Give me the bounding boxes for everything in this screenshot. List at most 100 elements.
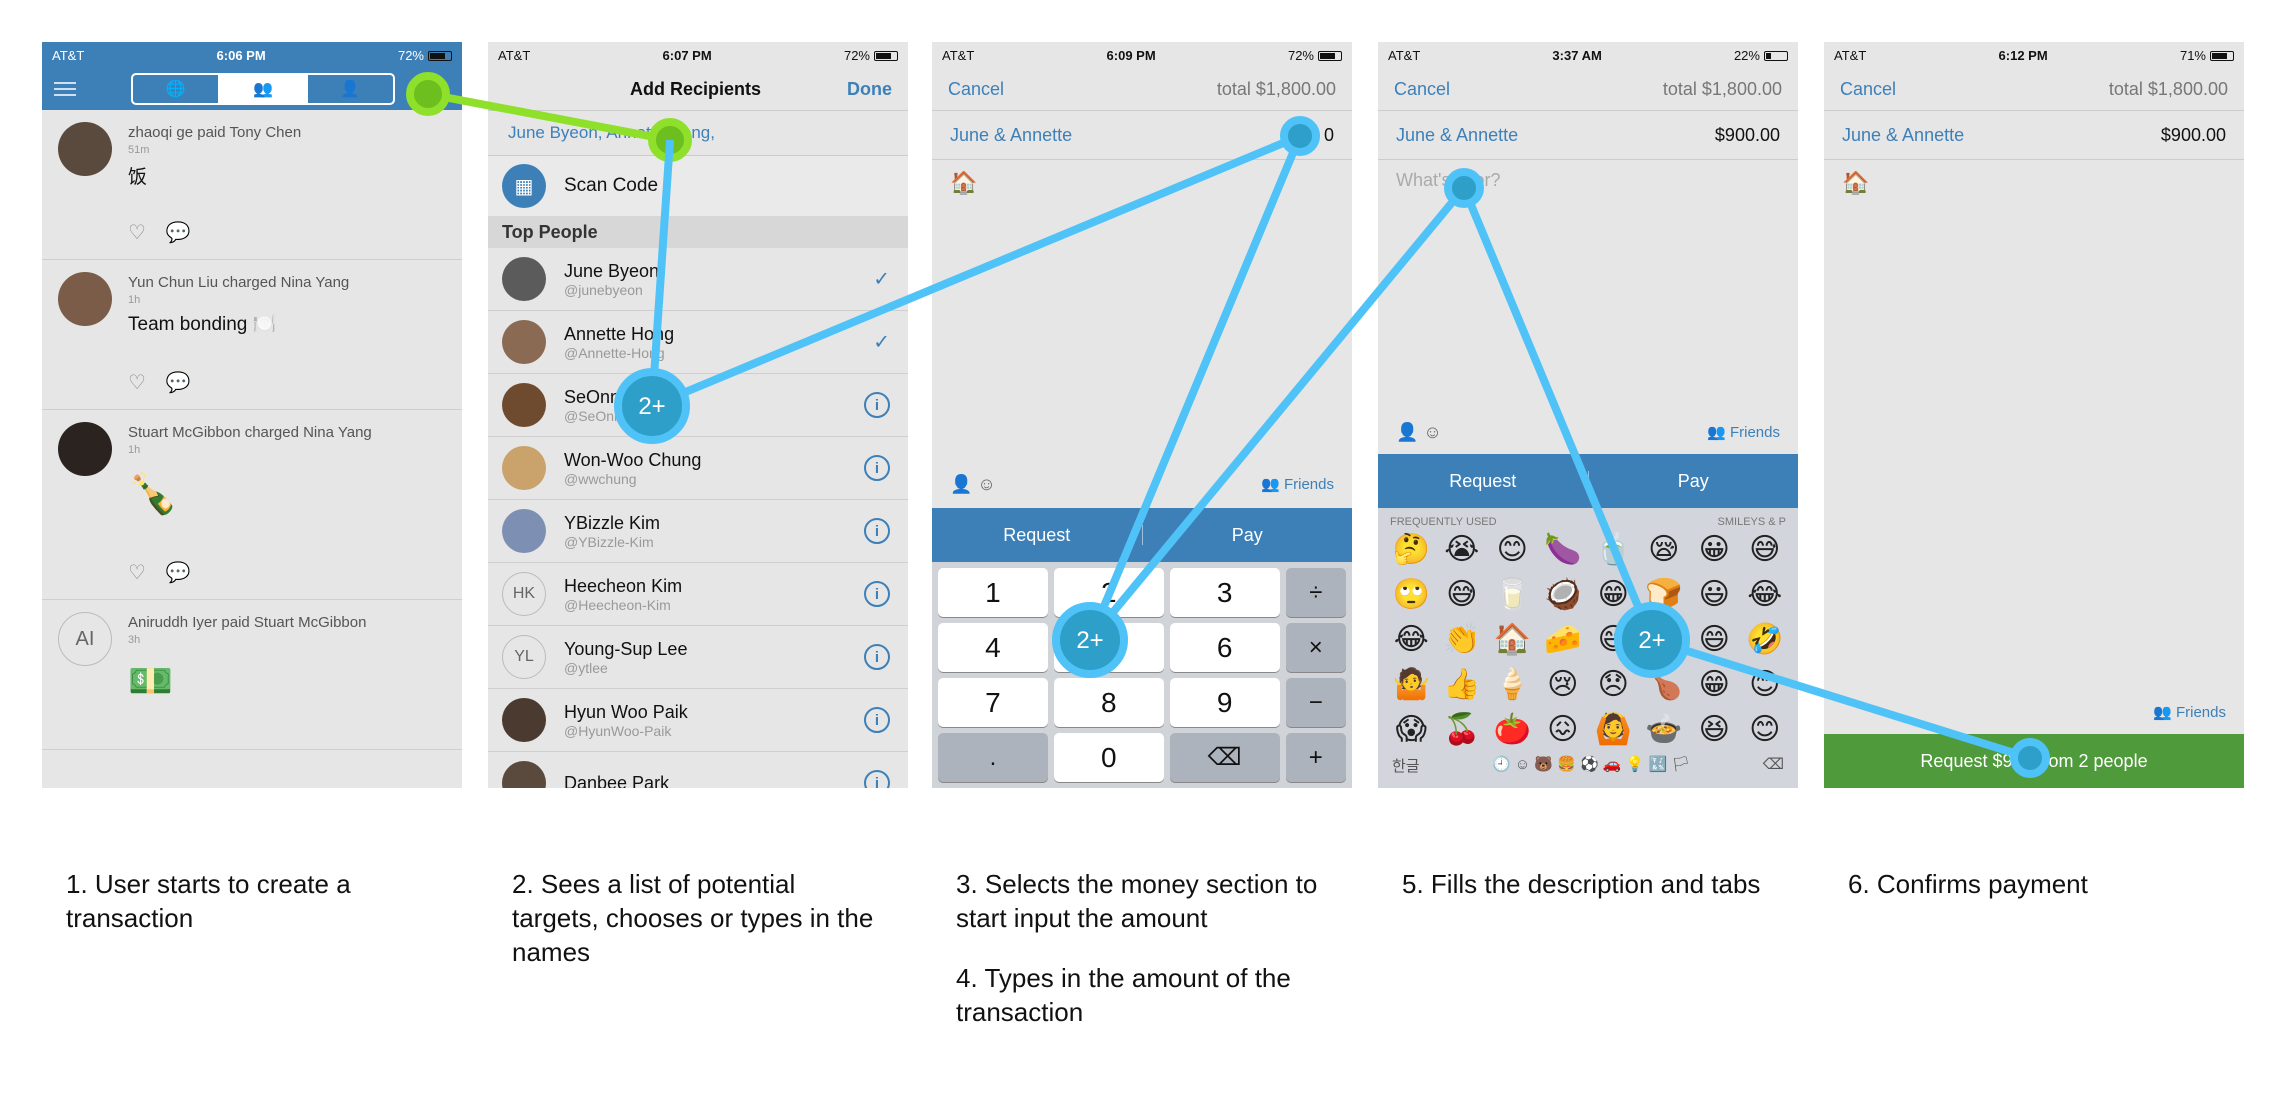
keypad-key[interactable]: 8 — [1053, 678, 1164, 727]
info-icon[interactable]: i — [864, 392, 890, 418]
emoji-category-icons[interactable]: 🕘 ☺ 🐻 🍔 ⚽ 🚗 💡 🔣 🏳 — [1492, 755, 1690, 776]
info-icon[interactable]: i — [864, 518, 890, 544]
emoji-key[interactable]: 😊 — [1740, 667, 1791, 702]
keypad-key[interactable]: 6 — [1169, 623, 1280, 672]
amount-field[interactable]: 0 — [1324, 125, 1334, 146]
emoji-key[interactable]: 😀 — [1689, 532, 1740, 567]
emoji-key[interactable]: 🧀 — [1538, 622, 1589, 657]
feed-item[interactable]: Stuart McGibbon charged Nina Yang 1h 🍾 ♡… — [42, 410, 462, 600]
backspace-icon[interactable]: ⌫ — [1763, 755, 1784, 776]
emoji-key[interactable]: 😞 — [1588, 667, 1639, 702]
contact-row[interactable]: Hyun Woo Paik @HyunWoo-Paik i — [488, 689, 908, 752]
emoji-key[interactable]: 🤔 — [1386, 532, 1437, 567]
info-icon[interactable]: i — [864, 455, 890, 481]
emoji-key[interactable]: 🍆 — [1538, 532, 1589, 567]
done-button[interactable]: Done — [847, 79, 892, 100]
emoji-key[interactable]: 😭 — [1437, 532, 1488, 567]
contact-row[interactable]: YBizzle Kim @YBizzle-Kim i — [488, 500, 908, 563]
keypad-key[interactable]: 7 — [938, 678, 1048, 727]
emoji-key[interactable]: 🥛 — [1487, 577, 1538, 612]
emoji-key[interactable]: 😅 — [1437, 577, 1488, 612]
emoji-key[interactable]: 🏠 — [1487, 622, 1538, 657]
keypad-key[interactable]: − — [1285, 678, 1346, 727]
emoji-key[interactable]: 🍒 — [1437, 712, 1488, 747]
keypad-key[interactable]: 4 — [938, 623, 1048, 672]
emoji-key[interactable]: 🤷 — [1386, 667, 1437, 702]
like-comment-icons[interactable]: ♡💬 — [128, 560, 211, 585]
cancel-button[interactable]: Cancel — [1840, 79, 1896, 100]
emoji-key[interactable]: 😁 — [1689, 667, 1740, 702]
amount-row[interactable]: June & Annette 0 — [932, 110, 1352, 160]
checkmark-icon[interactable]: ✓ — [873, 267, 890, 292]
like-comment-icons[interactable]: ♡💬 — [128, 370, 211, 395]
friends-privacy[interactable]: 👥 Friends — [1707, 423, 1780, 441]
confirm-request-button[interactable]: Request $900 from 2 people — [1824, 734, 2244, 788]
contact-row[interactable]: HK Heecheon Kim @Heecheon-Kim i — [488, 563, 908, 626]
contact-row[interactable]: Won-Woo Chung @wwchung i — [488, 437, 908, 500]
info-icon[interactable]: i — [864, 644, 890, 670]
feed-item[interactable]: Yun Chun Liu charged Nina Yang 1h Team b… — [42, 260, 462, 410]
contact-row[interactable]: June Byeon @junebyeon ✓ — [488, 248, 908, 311]
keypad-key[interactable]: + — [1285, 733, 1346, 782]
emoji-key[interactable]: 😃 — [1689, 577, 1740, 612]
amount-row[interactable]: June & Annette $900.00 — [1378, 110, 1798, 160]
scan-code-row[interactable]: ▦ Scan Code — [488, 156, 908, 216]
emoji-key[interactable]: 🍵 — [1588, 532, 1639, 567]
emoji-key[interactable]: 🍦 — [1487, 667, 1538, 702]
emoji-key[interactable]: 👏 — [1437, 622, 1488, 657]
keypad-key[interactable]: 0 — [1053, 733, 1164, 782]
keypad-key[interactable]: . — [938, 733, 1048, 782]
info-icon[interactable]: i — [864, 770, 890, 788]
request-button[interactable]: Request — [932, 525, 1142, 546]
feed-item[interactable]: zhaoqi ge paid Tony Chen 51m 饭 ♡💬 — [42, 110, 462, 260]
emoji-key[interactable]: 👍 — [1437, 667, 1488, 702]
emoji-key[interactable]: 😁 — [1588, 577, 1639, 612]
cancel-button[interactable]: Cancel — [1394, 79, 1450, 100]
user-emoji-icons[interactable]: 👤 ☺ — [950, 474, 996, 495]
recipients-input[interactable]: June Byeon, Annette Hong, — [488, 110, 908, 156]
info-icon[interactable]: i — [864, 581, 890, 607]
emoji-key[interactable]: 😆 — [1689, 712, 1740, 747]
cancel-button[interactable]: Cancel — [948, 79, 1004, 100]
emoji-key[interactable]: 🙄 — [1386, 577, 1437, 612]
like-comment-icons[interactable]: ♡💬 — [128, 220, 211, 245]
emoji-key[interactable]: 🍲 — [1639, 712, 1690, 747]
keypad-key[interactable]: 9 — [1169, 678, 1280, 727]
info-icon[interactable]: i — [864, 707, 890, 733]
pay-button[interactable]: Pay — [1143, 525, 1353, 546]
person-icon[interactable]: 👤 — [308, 75, 393, 103]
emoji-key[interactable]: 🍞 — [1639, 577, 1690, 612]
emoji-key[interactable]: 😂 — [1386, 622, 1437, 657]
amount-field[interactable]: $900.00 — [1715, 125, 1780, 146]
emoji-key[interactable]: 😱 — [1386, 712, 1437, 747]
emoji-key[interactable]: 😂 — [1740, 577, 1791, 612]
emoji-key[interactable]: 😊 — [1740, 712, 1791, 747]
friends-icon[interactable]: 👥 — [220, 75, 308, 103]
emoji-key[interactable]: 😄 — [1588, 622, 1639, 657]
keypad-key[interactable]: ⌫ — [1169, 733, 1280, 782]
user-emoji-icons[interactable]: 👤 ☺ — [1396, 422, 1442, 443]
pay-button[interactable]: Pay — [1589, 471, 1799, 492]
amount-field[interactable]: $900.00 — [2161, 125, 2226, 146]
emoji-key[interactable]: 😊 — [1487, 532, 1538, 567]
amount-row[interactable]: June & Annette $900.00 — [1824, 110, 2244, 160]
emoji-key[interactable]: 🤣 — [1740, 622, 1791, 657]
menu-icon[interactable] — [54, 82, 76, 96]
keypad-key[interactable]: ÷ — [1285, 568, 1346, 617]
keypad-key[interactable]: × — [1285, 623, 1346, 672]
emoji-key[interactable]: 😢 — [1538, 667, 1589, 702]
friends-privacy[interactable]: 👥 Friends — [2153, 703, 2226, 721]
contact-row[interactable]: Danbee Park i — [488, 752, 908, 788]
emoji-key[interactable]: 😪 — [1639, 532, 1690, 567]
keypad-key[interactable]: 1 — [938, 568, 1048, 617]
contact-row[interactable]: Annette Hong @Annette-Hong ✓ — [488, 311, 908, 374]
keypad-key[interactable]: 5 — [1053, 623, 1164, 672]
emoji-key[interactable]: 🙆 — [1588, 712, 1639, 747]
language-key[interactable]: 한글 — [1392, 755, 1420, 776]
emoji-key[interactable]: 😅 — [1740, 532, 1791, 567]
emoji-key[interactable]: 🍅 — [1487, 712, 1538, 747]
emoji-key[interactable]: 😄 — [1689, 622, 1740, 657]
description-input[interactable]: What's it for? — [1378, 160, 1798, 201]
feed-item[interactable]: AI Aniruddh Iyer paid Stuart McGibbon 3h… — [42, 600, 462, 750]
contact-row[interactable]: YL Young-Sup Lee @ytlee i — [488, 626, 908, 689]
